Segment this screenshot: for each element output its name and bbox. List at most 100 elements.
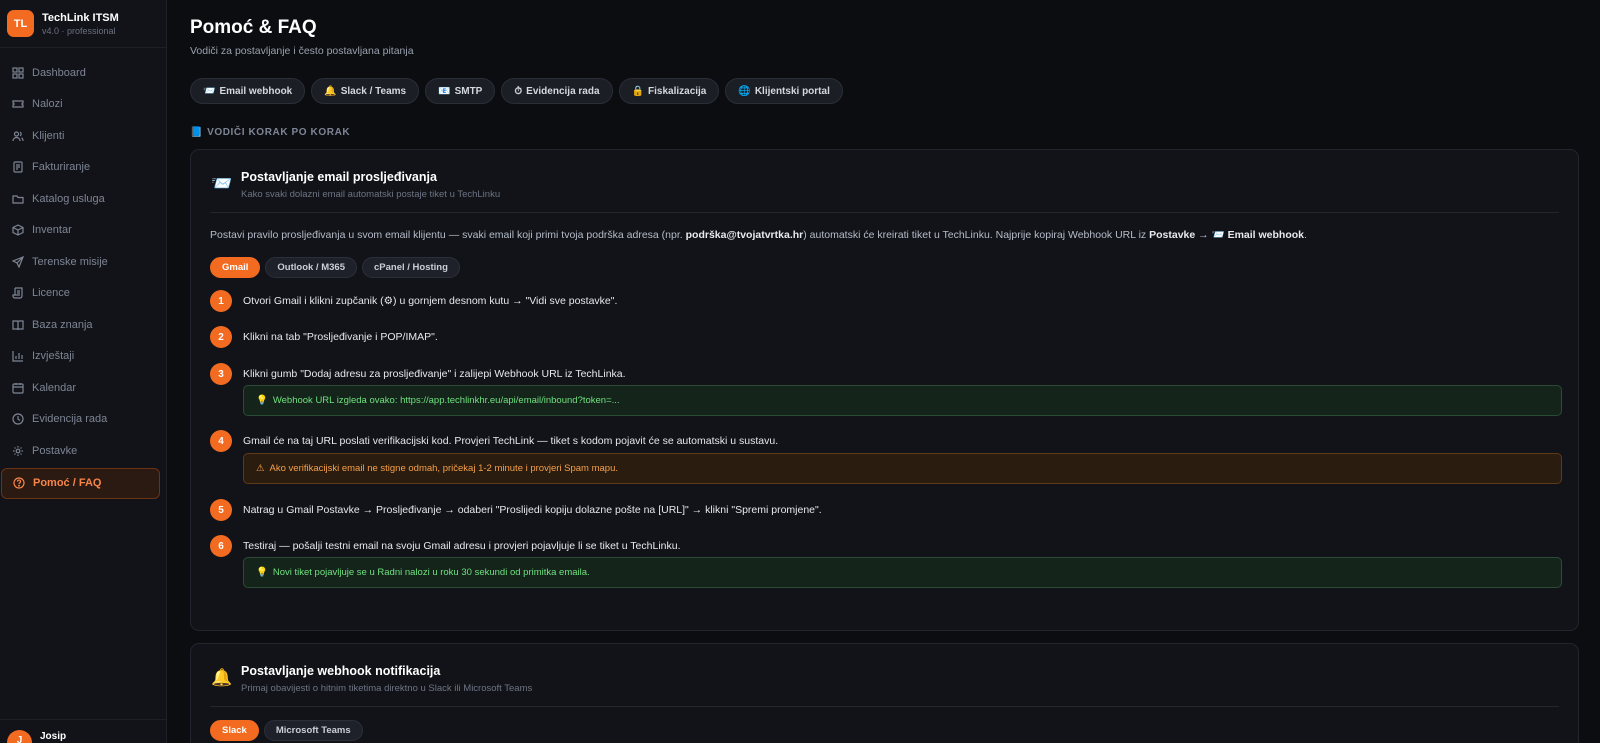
step-text: Natrag u Gmail Postavke → Prosljeđivanje… <box>243 504 822 516</box>
step-text: Testiraj — pošalji testni email na svoju… <box>243 540 681 552</box>
tab-slack[interactable]: Slack <box>210 720 259 741</box>
guide-title: Postavljanje email prosljeđivanja <box>241 170 437 184</box>
step-text: Otvori Gmail i klikni zupčanik (⚙) u gor… <box>243 295 618 307</box>
sidebar-item-baza-znanja[interactable]: Baza znanja <box>0 309 166 341</box>
quicklink-label: Slack / Teams <box>340 85 407 97</box>
step-number: 4 <box>210 430 232 452</box>
guide-subtitle: Kako svaki dolazni email automatski post… <box>241 189 501 200</box>
lightbulb-icon: 💡 <box>256 567 268 578</box>
sidebar-item-label: Inventar <box>32 224 72 237</box>
tip-text: Novi tiket pojavljuje se u Radni nalozi … <box>272 567 590 578</box>
sidebar-nav: Dashboard Nalozi Klijenti Fakturiranje K… <box>0 48 166 499</box>
intro-text: . <box>1304 229 1307 241</box>
sidebar-item-label: Baza znanja <box>32 318 93 331</box>
guide-header: 🔔 Postavljanje webhook notifikacija Prim… <box>210 662 1559 707</box>
sidebar-item-licence[interactable]: Licence <box>0 278 166 310</box>
bell-icon: 🔔 <box>211 668 233 687</box>
brand[interactable]: TL TechLink ITSM v4.0 · professional <box>0 0 166 48</box>
step-number: 3 <box>210 363 232 385</box>
sidebar-item-dashboard[interactable]: Dashboard <box>0 57 166 89</box>
sidebar-item-label: Kalendar <box>32 381 77 394</box>
guide-header: 📨 Postavljanje email prosljeđivanja Kako… <box>210 168 1559 213</box>
sidebar-item-katalog-usluga[interactable]: Katalog usluga <box>0 183 166 215</box>
sidebar-item-label: Licence <box>32 287 70 300</box>
sidebar-item-pomoc-faq[interactable]: Pomoć / FAQ <box>1 467 160 499</box>
quicklink-label: Fiskalizacija <box>648 85 707 97</box>
email-icon: 📨 <box>211 174 233 193</box>
quicklink-slack-teams[interactable]: 🔔 Slack / Teams <box>311 78 420 104</box>
help-circle-icon <box>12 477 25 490</box>
step-text: Klikni gumb "Dodaj adresu za prosljeđiva… <box>243 368 626 380</box>
envelope-icon: 📧 <box>438 85 451 97</box>
sidebar-item-inventar[interactable]: Inventar <box>0 215 166 247</box>
sidebar-item-terenske-misije[interactable]: Terenske misije <box>0 246 166 278</box>
step-number: 6 <box>210 535 232 557</box>
calendar-icon <box>11 381 24 394</box>
guide-intro: Postavi pravilo prosljeđivanja u svom em… <box>210 228 1307 241</box>
tab-cpanel[interactable]: cPanel / Hosting <box>361 257 460 278</box>
quicklink-label: Klijentski portal <box>754 85 830 97</box>
book-icon: 📘 <box>190 127 204 138</box>
intro-settings: Postavke <box>1149 229 1196 241</box>
section-heading-label: VODIČI KORAK PO KORAK <box>207 127 351 138</box>
quicklink-label: SMTP <box>454 85 483 97</box>
quicklink-smtp[interactable]: 📧 SMTP <box>425 78 496 104</box>
tip-text: Webhook URL izgleda ovako: https://app.t… <box>272 395 620 406</box>
page-subtitle: Vodiči za postavljanje i često postavlja… <box>190 45 414 57</box>
email-icon: 📨 <box>203 85 216 97</box>
intro-text: ) automatski će kreirati tiket u TechLin… <box>803 229 1150 241</box>
tab-microsoft-teams[interactable]: Microsoft Teams <box>263 720 363 741</box>
box-icon <box>11 224 24 237</box>
guide-subtitle: Primaj obavijesti o hitnim tiketima dire… <box>241 683 533 694</box>
lock-icon: 🔒 <box>631 85 644 97</box>
tip-new-ticket: 💡 Novi tiket pojavljuje se u Radni nalozi… <box>243 557 1562 588</box>
user-name: Josip <box>40 731 67 742</box>
quicklink-label: Evidencija rada <box>526 85 600 97</box>
quicklink-klijentski-portal[interactable]: 🌐 Klijentski portal <box>725 78 843 104</box>
sidebar-item-label: Nalozi <box>32 98 63 111</box>
folder-icon <box>11 192 24 205</box>
scroll-icon <box>11 287 24 300</box>
sidebar-item-label: Klijenti <box>32 129 65 142</box>
sidebar-item-fakturiranje[interactable]: Fakturiranje <box>0 152 166 184</box>
intro-text: Postavi pravilo prosljeđivanja u svom em… <box>210 229 686 241</box>
sidebar: TL TechLink ITSM v4.0 · professional Das… <box>0 0 167 743</box>
grid-icon <box>11 66 24 79</box>
sidebar-item-izvjestaji[interactable]: Izvještaji <box>0 341 166 373</box>
section-heading: 📘 VODIČI KORAK PO KORAK <box>190 127 350 138</box>
page-title: Pomoć & FAQ <box>190 17 317 38</box>
step-number: 1 <box>210 290 232 312</box>
sidebar-item-postavke[interactable]: Postavke <box>0 435 166 467</box>
quicklink-email-webhook[interactable]: 📨 Email webhook <box>190 78 306 104</box>
intro-text: → 📨 <box>1195 229 1228 241</box>
sidebar-item-kalendar[interactable]: Kalendar <box>0 372 166 404</box>
guide-card-webhook: 🔔 Postavljanje webhook notifikacija Prim… <box>190 643 1579 743</box>
quicklink-evidencija-rada[interactable]: ⏱ Evidencija rada <box>501 78 613 104</box>
ticket-icon <box>11 98 24 111</box>
step-text: Gmail će na taj URL poslati verifikacijs… <box>243 435 779 447</box>
sidebar-item-evidencija-rada[interactable]: Evidencija rada <box>0 404 166 436</box>
quicklink-fiskalizacija[interactable]: 🔒 Fiskalizacija <box>618 78 720 104</box>
main-content: Pomoć & FAQ Vodiči za postavljanje i čes… <box>190 0 1580 743</box>
clock-icon <box>11 413 24 426</box>
users-icon <box>11 129 24 142</box>
guide-card-email: 📨 Postavljanje email prosljeđivanja Kako… <box>190 149 1579 631</box>
globe-icon: 🌐 <box>738 85 751 97</box>
tab-gmail[interactable]: Gmail <box>210 257 261 278</box>
sidebar-item-nalozi[interactable]: Nalozi <box>0 89 166 121</box>
sidebar-item-klijenti[interactable]: Klijenti <box>0 120 166 152</box>
tip-text: Ako verifikacijski email ne stigne odmah… <box>269 463 619 474</box>
step-text: Klikni na tab "Prosljeđivanje i POP/IMAP… <box>243 331 438 343</box>
intro-email-webhook: Email webhook <box>1227 229 1304 241</box>
user-area[interactable]: J Josip <box>0 719 166 743</box>
invoice-icon <box>11 161 24 174</box>
sidebar-item-label: Izvještaji <box>32 350 75 363</box>
sidebar-item-label: Fakturiranje <box>32 161 91 174</box>
avatar: J <box>7 730 32 743</box>
brand-logo: TL <box>7 10 34 37</box>
lightbulb-icon: 💡 <box>256 395 268 406</box>
step-number: 5 <box>210 499 232 521</box>
tab-outlook[interactable]: Outlook / M365 <box>265 257 357 278</box>
sidebar-item-label: Pomoć / FAQ <box>33 477 102 489</box>
brand-version: v4.0 · professional <box>42 25 116 36</box>
